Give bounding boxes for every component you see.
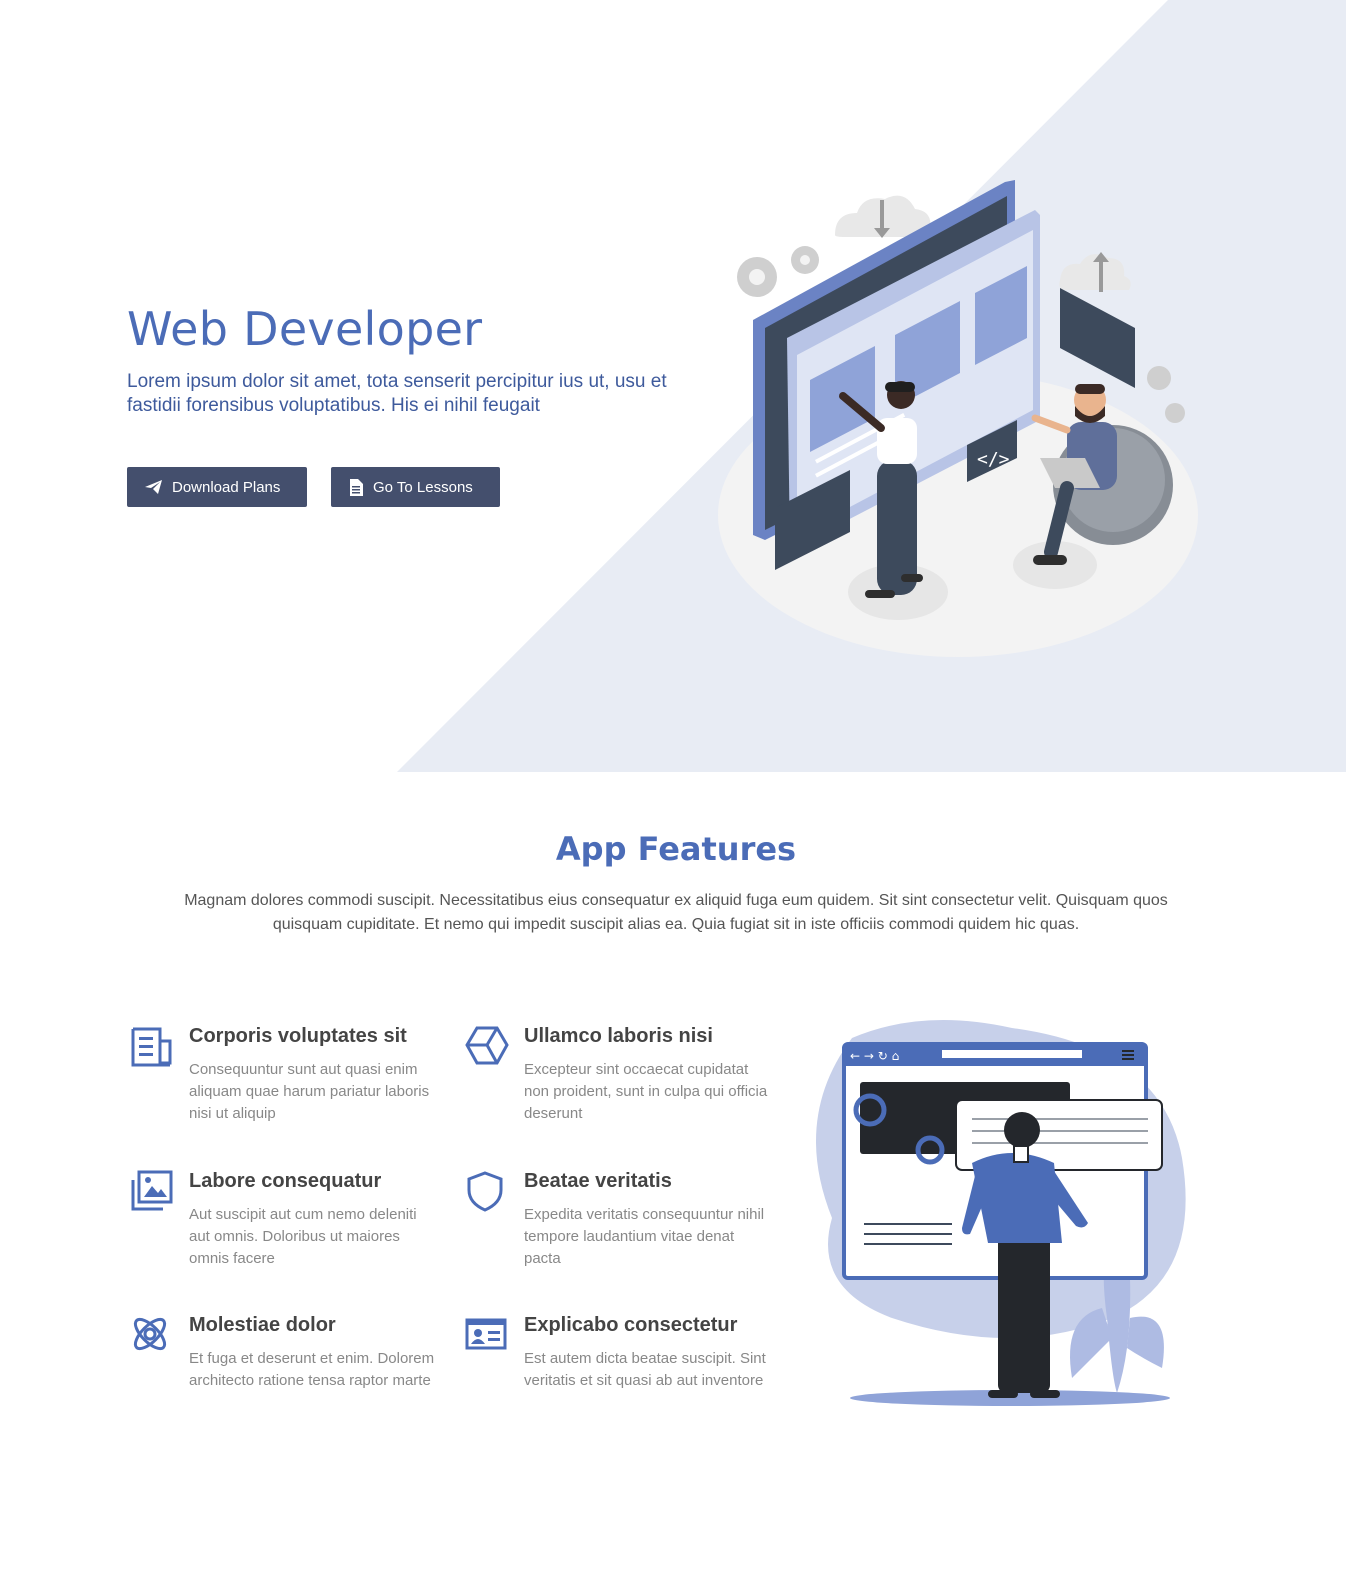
svg-text:</>: </> xyxy=(977,449,1010,470)
hero-subtitle: Lorem ipsum dolor sit amet, tota senseri… xyxy=(127,371,667,416)
browser-user-illustration: ← → ↻ ⌂ xyxy=(816,1020,1186,1406)
feature-text: Est autem dicta beatae suscipit. Sint ve… xyxy=(524,1350,766,1389)
go-to-lessons-label: Go To Lessons xyxy=(373,478,473,496)
feature-text: Et fuga et deserunt et enim. Dolorem arc… xyxy=(189,1350,435,1389)
hexagon-box-icon xyxy=(465,1026,509,1065)
go-to-lessons-button[interactable]: Go To Lessons xyxy=(331,467,500,507)
atom-icon xyxy=(133,1317,167,1351)
feature-text: Aut suscipit aut cum nemo deleniti aut o… xyxy=(189,1206,417,1267)
hero-title: Web Developer xyxy=(127,302,483,356)
shield-icon xyxy=(467,1171,503,1212)
features-title: App Features xyxy=(555,830,797,868)
id-card-icon xyxy=(465,1318,507,1350)
document-icon xyxy=(350,478,363,496)
feature-title: Labore consequatur xyxy=(189,1170,382,1192)
newspaper-icon xyxy=(131,1027,172,1067)
feature-title: Molestiae dolor xyxy=(189,1314,336,1336)
feature-title: Explicabo consectetur xyxy=(524,1314,738,1336)
feature-title: Beatae veritatis xyxy=(524,1170,672,1192)
download-plans-label: Download Plans xyxy=(172,478,281,496)
download-plans-button[interactable]: Download Plans xyxy=(127,467,307,507)
svg-text:← → ↻ ⌂: ← → ↻ ⌂ xyxy=(850,1049,899,1063)
feature-text: Consequuntur sunt aut quasi enim aliquam… xyxy=(189,1061,430,1122)
feature-title: Corporis voluptates sit xyxy=(189,1025,407,1047)
images-icon xyxy=(131,1170,173,1211)
web-developer-illustration: </> xyxy=(718,180,1198,657)
feature-title: Ullamco laboris nisi xyxy=(524,1025,713,1047)
paper-plane-icon xyxy=(145,480,162,494)
features-description: Magnam dolores commodi suscipit. Necessi… xyxy=(184,892,1168,933)
feature-text: Expedita veritatis consequuntur nihil te… xyxy=(524,1206,765,1267)
feature-text: Excepteur sint occaecat cupidatat non pr… xyxy=(524,1061,768,1122)
hero-section: Web Developer Lorem ipsum dolor sit amet… xyxy=(0,0,1360,772)
